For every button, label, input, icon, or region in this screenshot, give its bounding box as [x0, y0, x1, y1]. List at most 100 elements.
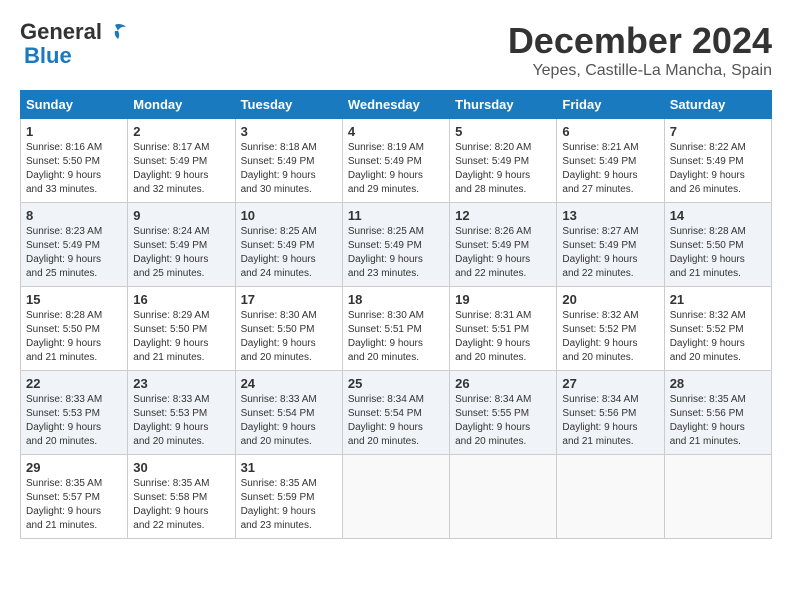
weekday-header-row: SundayMondayTuesdayWednesdayThursdayFrid…: [21, 91, 772, 119]
logo-bird-icon: [104, 23, 126, 41]
weekday-header-tuesday: Tuesday: [235, 91, 342, 119]
location-subtitle: Yepes, Castille-La Mancha, Spain: [508, 62, 772, 80]
calendar-cell: 19 Sunrise: 8:31 AM Sunset: 5:51 PM Dayli…: [450, 287, 557, 371]
calendar-cell: 2 Sunrise: 8:17 AM Sunset: 5:49 PM Daylig…: [128, 119, 235, 203]
day-number: 27: [562, 376, 658, 391]
logo-general: General: [20, 20, 102, 44]
calendar-cell: 27 Sunrise: 8:34 AM Sunset: 5:56 PM Dayli…: [557, 371, 664, 455]
day-info: Sunrise: 8:33 AM Sunset: 5:54 PM Dayligh…: [241, 393, 337, 449]
day-info: Sunrise: 8:26 AM Sunset: 5:49 PM Dayligh…: [455, 225, 551, 281]
day-info: Sunrise: 8:16 AM Sunset: 5:50 PM Dayligh…: [26, 141, 122, 197]
calendar-cell: [557, 455, 664, 539]
day-info: Sunrise: 8:34 AM Sunset: 5:55 PM Dayligh…: [455, 393, 551, 449]
day-info: Sunrise: 8:31 AM Sunset: 5:51 PM Dayligh…: [455, 309, 551, 365]
calendar-cell: 16Sunrise: 8:29 AM Sunset: 5:50 PM Dayli…: [128, 287, 235, 371]
calendar-cell: 23 Sunrise: 8:33 AM Sunset: 5:53 PM Dayli…: [128, 371, 235, 455]
day-number: 31: [241, 460, 337, 475]
day-number: 23: [133, 376, 229, 391]
day-number: 2: [133, 124, 229, 139]
calendar-cell: 11 Sunrise: 8:25 AM Sunset: 5:49 PM Dayli…: [342, 203, 449, 287]
day-number: 28: [670, 376, 766, 391]
calendar-cell: 24Sunrise: 8:33 AM Sunset: 5:54 PM Dayli…: [235, 371, 342, 455]
day-info: Sunrise: 8:35 AM Sunset: 5:57 PM Dayligh…: [26, 477, 122, 533]
day-number: 5: [455, 124, 551, 139]
calendar-cell: 31 Sunrise: 8:35 AM Sunset: 5:59 PM Dayli…: [235, 455, 342, 539]
day-info: Sunrise: 8:25 AM Sunset: 5:49 PM Dayligh…: [348, 225, 444, 281]
day-info: Sunrise: 8:33 AM Sunset: 5:53 PM Dayligh…: [26, 393, 122, 449]
day-number: 11: [348, 208, 444, 223]
calendar-cell: 18 Sunrise: 8:30 AM Sunset: 5:51 PM Dayli…: [342, 287, 449, 371]
weekday-header-wednesday: Wednesday: [342, 91, 449, 119]
calendar-cell: 9 Sunrise: 8:24 AM Sunset: 5:49 PM Daylig…: [128, 203, 235, 287]
day-info: Sunrise: 8:34 AM Sunset: 5:54 PM Dayligh…: [348, 393, 444, 449]
day-info: Sunrise: 8:32 AM Sunset: 5:52 PM Dayligh…: [670, 309, 766, 365]
weekday-header-friday: Friday: [557, 91, 664, 119]
day-number: 25: [348, 376, 444, 391]
calendar-cell: 22 Sunrise: 8:33 AM Sunset: 5:53 PM Dayli…: [21, 371, 128, 455]
logo: General Blue: [20, 20, 126, 68]
calendar-cell: [664, 455, 771, 539]
day-info: Sunrise: 8:18 AM Sunset: 5:49 PM Dayligh…: [241, 141, 337, 197]
calendar-week-5: 29 Sunrise: 8:35 AM Sunset: 5:57 PM Dayli…: [21, 455, 772, 539]
day-number: 8: [26, 208, 122, 223]
calendar-cell: 3Sunrise: 8:18 AM Sunset: 5:49 PM Daylig…: [235, 119, 342, 203]
day-number: 1: [26, 124, 122, 139]
calendar-cell: 26 Sunrise: 8:34 AM Sunset: 5:55 PM Dayli…: [450, 371, 557, 455]
day-number: 22: [26, 376, 122, 391]
day-number: 14: [670, 208, 766, 223]
calendar-week-1: 1 Sunrise: 8:16 AM Sunset: 5:50 PM Daylig…: [21, 119, 772, 203]
calendar-cell: 6Sunrise: 8:21 AM Sunset: 5:49 PM Daylig…: [557, 119, 664, 203]
calendar-cell: 13 Sunrise: 8:27 AM Sunset: 5:49 PM Dayli…: [557, 203, 664, 287]
day-number: 6: [562, 124, 658, 139]
day-number: 29: [26, 460, 122, 475]
calendar-cell: 30 Sunrise: 8:35 AM Sunset: 5:58 PM Dayli…: [128, 455, 235, 539]
day-number: 13: [562, 208, 658, 223]
day-number: 9: [133, 208, 229, 223]
calendar-cell: 4Sunrise: 8:19 AM Sunset: 5:49 PM Daylig…: [342, 119, 449, 203]
day-info: Sunrise: 8:24 AM Sunset: 5:49 PM Dayligh…: [133, 225, 229, 281]
day-info: Sunrise: 8:28 AM Sunset: 5:50 PM Dayligh…: [26, 309, 122, 365]
day-number: 4: [348, 124, 444, 139]
calendar-cell: 28Sunrise: 8:35 AM Sunset: 5:56 PM Dayli…: [664, 371, 771, 455]
calendar-cell: 17Sunrise: 8:30 AM Sunset: 5:50 PM Dayli…: [235, 287, 342, 371]
day-number: 21: [670, 292, 766, 307]
calendar-cell: 7Sunrise: 8:22 AM Sunset: 5:49 PM Daylig…: [664, 119, 771, 203]
day-info: Sunrise: 8:17 AM Sunset: 5:49 PM Dayligh…: [133, 141, 229, 197]
calendar-table: SundayMondayTuesdayWednesdayThursdayFrid…: [20, 90, 772, 539]
day-info: Sunrise: 8:35 AM Sunset: 5:58 PM Dayligh…: [133, 477, 229, 533]
calendar-cell: 20Sunrise: 8:32 AM Sunset: 5:52 PM Dayli…: [557, 287, 664, 371]
calendar-cell: 29 Sunrise: 8:35 AM Sunset: 5:57 PM Dayli…: [21, 455, 128, 539]
calendar-cell: 15 Sunrise: 8:28 AM Sunset: 5:50 PM Dayli…: [21, 287, 128, 371]
day-number: 30: [133, 460, 229, 475]
day-number: 10: [241, 208, 337, 223]
day-info: Sunrise: 8:34 AM Sunset: 5:56 PM Dayligh…: [562, 393, 658, 449]
day-number: 17: [241, 292, 337, 307]
title-section: December 2024 Yepes, Castille-La Mancha,…: [508, 20, 772, 80]
logo-blue: Blue: [24, 44, 72, 68]
calendar-cell: 10Sunrise: 8:25 AM Sunset: 5:49 PM Dayli…: [235, 203, 342, 287]
day-number: 19: [455, 292, 551, 307]
day-info: Sunrise: 8:27 AM Sunset: 5:49 PM Dayligh…: [562, 225, 658, 281]
day-info: Sunrise: 8:28 AM Sunset: 5:50 PM Dayligh…: [670, 225, 766, 281]
calendar-week-3: 15 Sunrise: 8:28 AM Sunset: 5:50 PM Dayli…: [21, 287, 772, 371]
calendar-cell: 25 Sunrise: 8:34 AM Sunset: 5:54 PM Dayli…: [342, 371, 449, 455]
weekday-header-sunday: Sunday: [21, 91, 128, 119]
day-number: 20: [562, 292, 658, 307]
day-info: Sunrise: 8:35 AM Sunset: 5:59 PM Dayligh…: [241, 477, 337, 533]
calendar-cell: 8Sunrise: 8:23 AM Sunset: 5:49 PM Daylig…: [21, 203, 128, 287]
day-number: 26: [455, 376, 551, 391]
day-info: Sunrise: 8:33 AM Sunset: 5:53 PM Dayligh…: [133, 393, 229, 449]
day-number: 15: [26, 292, 122, 307]
calendar-cell: 21 Sunrise: 8:32 AM Sunset: 5:52 PM Dayli…: [664, 287, 771, 371]
day-number: 12: [455, 208, 551, 223]
day-number: 7: [670, 124, 766, 139]
weekday-header-monday: Monday: [128, 91, 235, 119]
day-number: 18: [348, 292, 444, 307]
calendar-week-2: 8Sunrise: 8:23 AM Sunset: 5:49 PM Daylig…: [21, 203, 772, 287]
weekday-header-thursday: Thursday: [450, 91, 557, 119]
calendar-week-4: 22 Sunrise: 8:33 AM Sunset: 5:53 PM Dayli…: [21, 371, 772, 455]
calendar-cell: 12 Sunrise: 8:26 AM Sunset: 5:49 PM Dayli…: [450, 203, 557, 287]
day-info: Sunrise: 8:30 AM Sunset: 5:51 PM Dayligh…: [348, 309, 444, 365]
day-number: 16: [133, 292, 229, 307]
calendar-cell: 1 Sunrise: 8:16 AM Sunset: 5:50 PM Daylig…: [21, 119, 128, 203]
